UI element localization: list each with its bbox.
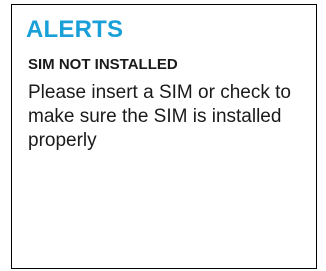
alert-subtitle: SIM NOT INSTALLED [28, 56, 178, 73]
alerts-panel: ALERTS SIM NOT INSTALLED Please insert a… [11, 4, 317, 269]
alerts-title: ALERTS [26, 16, 124, 43]
alert-message: Please insert a SIM or check to make sur… [28, 82, 291, 151]
